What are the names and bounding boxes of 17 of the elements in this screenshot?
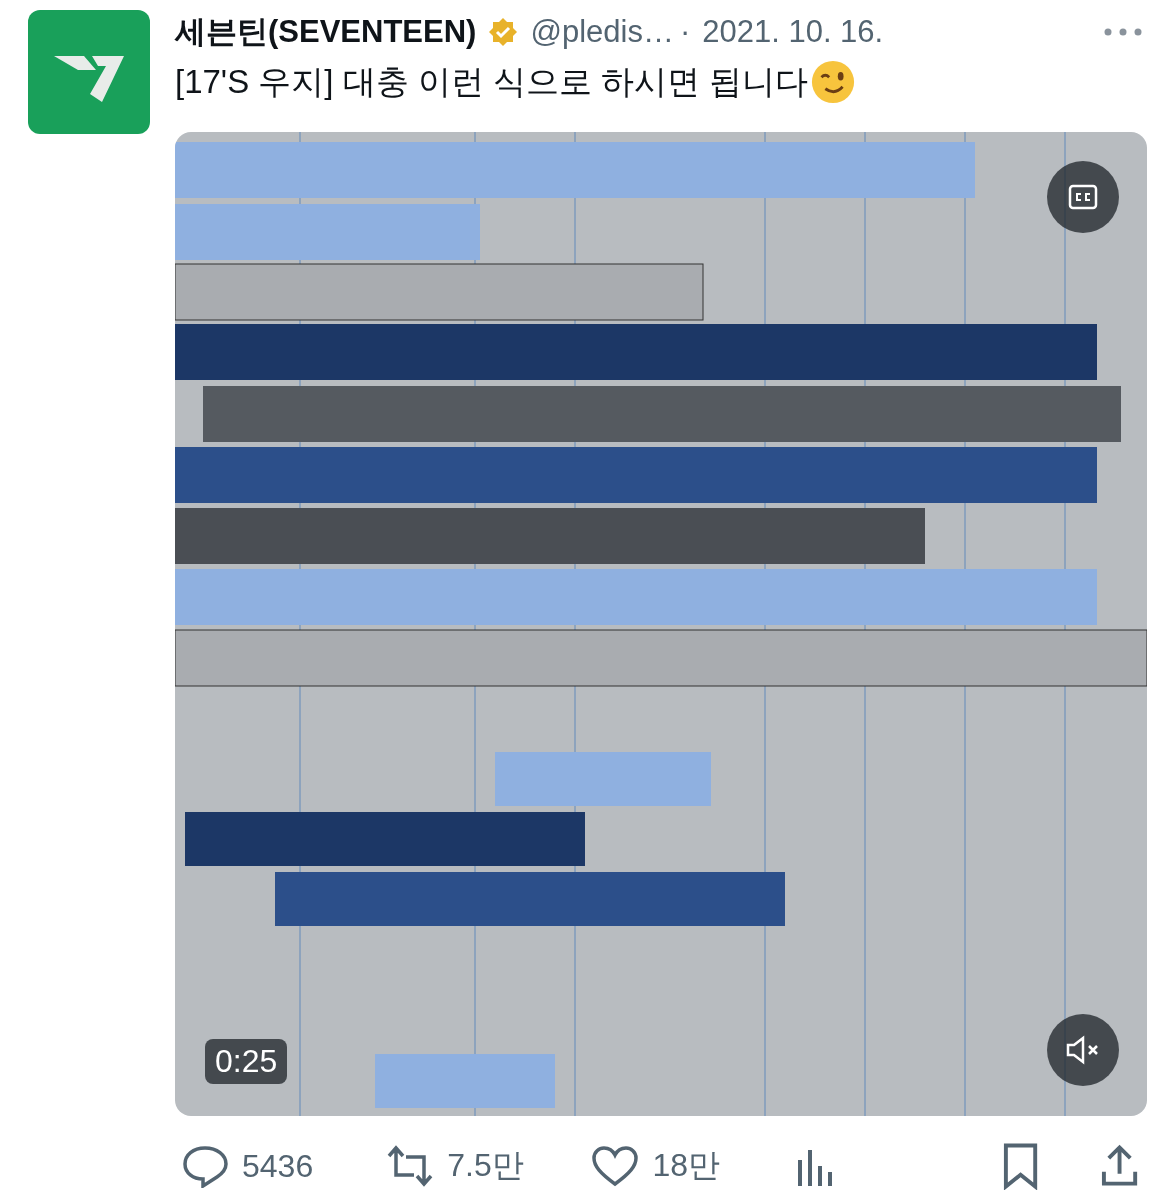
action-count: 5436: [242, 1147, 314, 1185]
action-count: 7.5만: [447, 1146, 524, 1185]
heart-icon[interactable]: [590, 1144, 641, 1188]
action-count: 18만: [652, 1146, 720, 1185]
author-handle[interactable]: @pledis…: [530, 14, 674, 50]
wink-face-icon: [810, 59, 857, 105]
post-date[interactable]: 2021. 10. 16.: [702, 14, 884, 50]
separator-dot: ·: [679, 14, 691, 50]
author-name[interactable]: 세븐틴(SEVENTEEN): [175, 11, 477, 53]
more-icon[interactable]: [1103, 27, 1143, 37]
reply-icon[interactable]: [180, 1144, 230, 1188]
mute-icon: [1065, 1035, 1101, 1065]
post-text: [17'S 우지] 대충 이런 식으로 하시면 됩니다: [175, 61, 809, 102]
avatar-logo-icon[interactable]: [28, 10, 150, 134]
video-duration: 0:25: [205, 1039, 288, 1084]
captions-icon: [1068, 184, 1098, 210]
share-icon[interactable]: [1099, 1144, 1139, 1188]
